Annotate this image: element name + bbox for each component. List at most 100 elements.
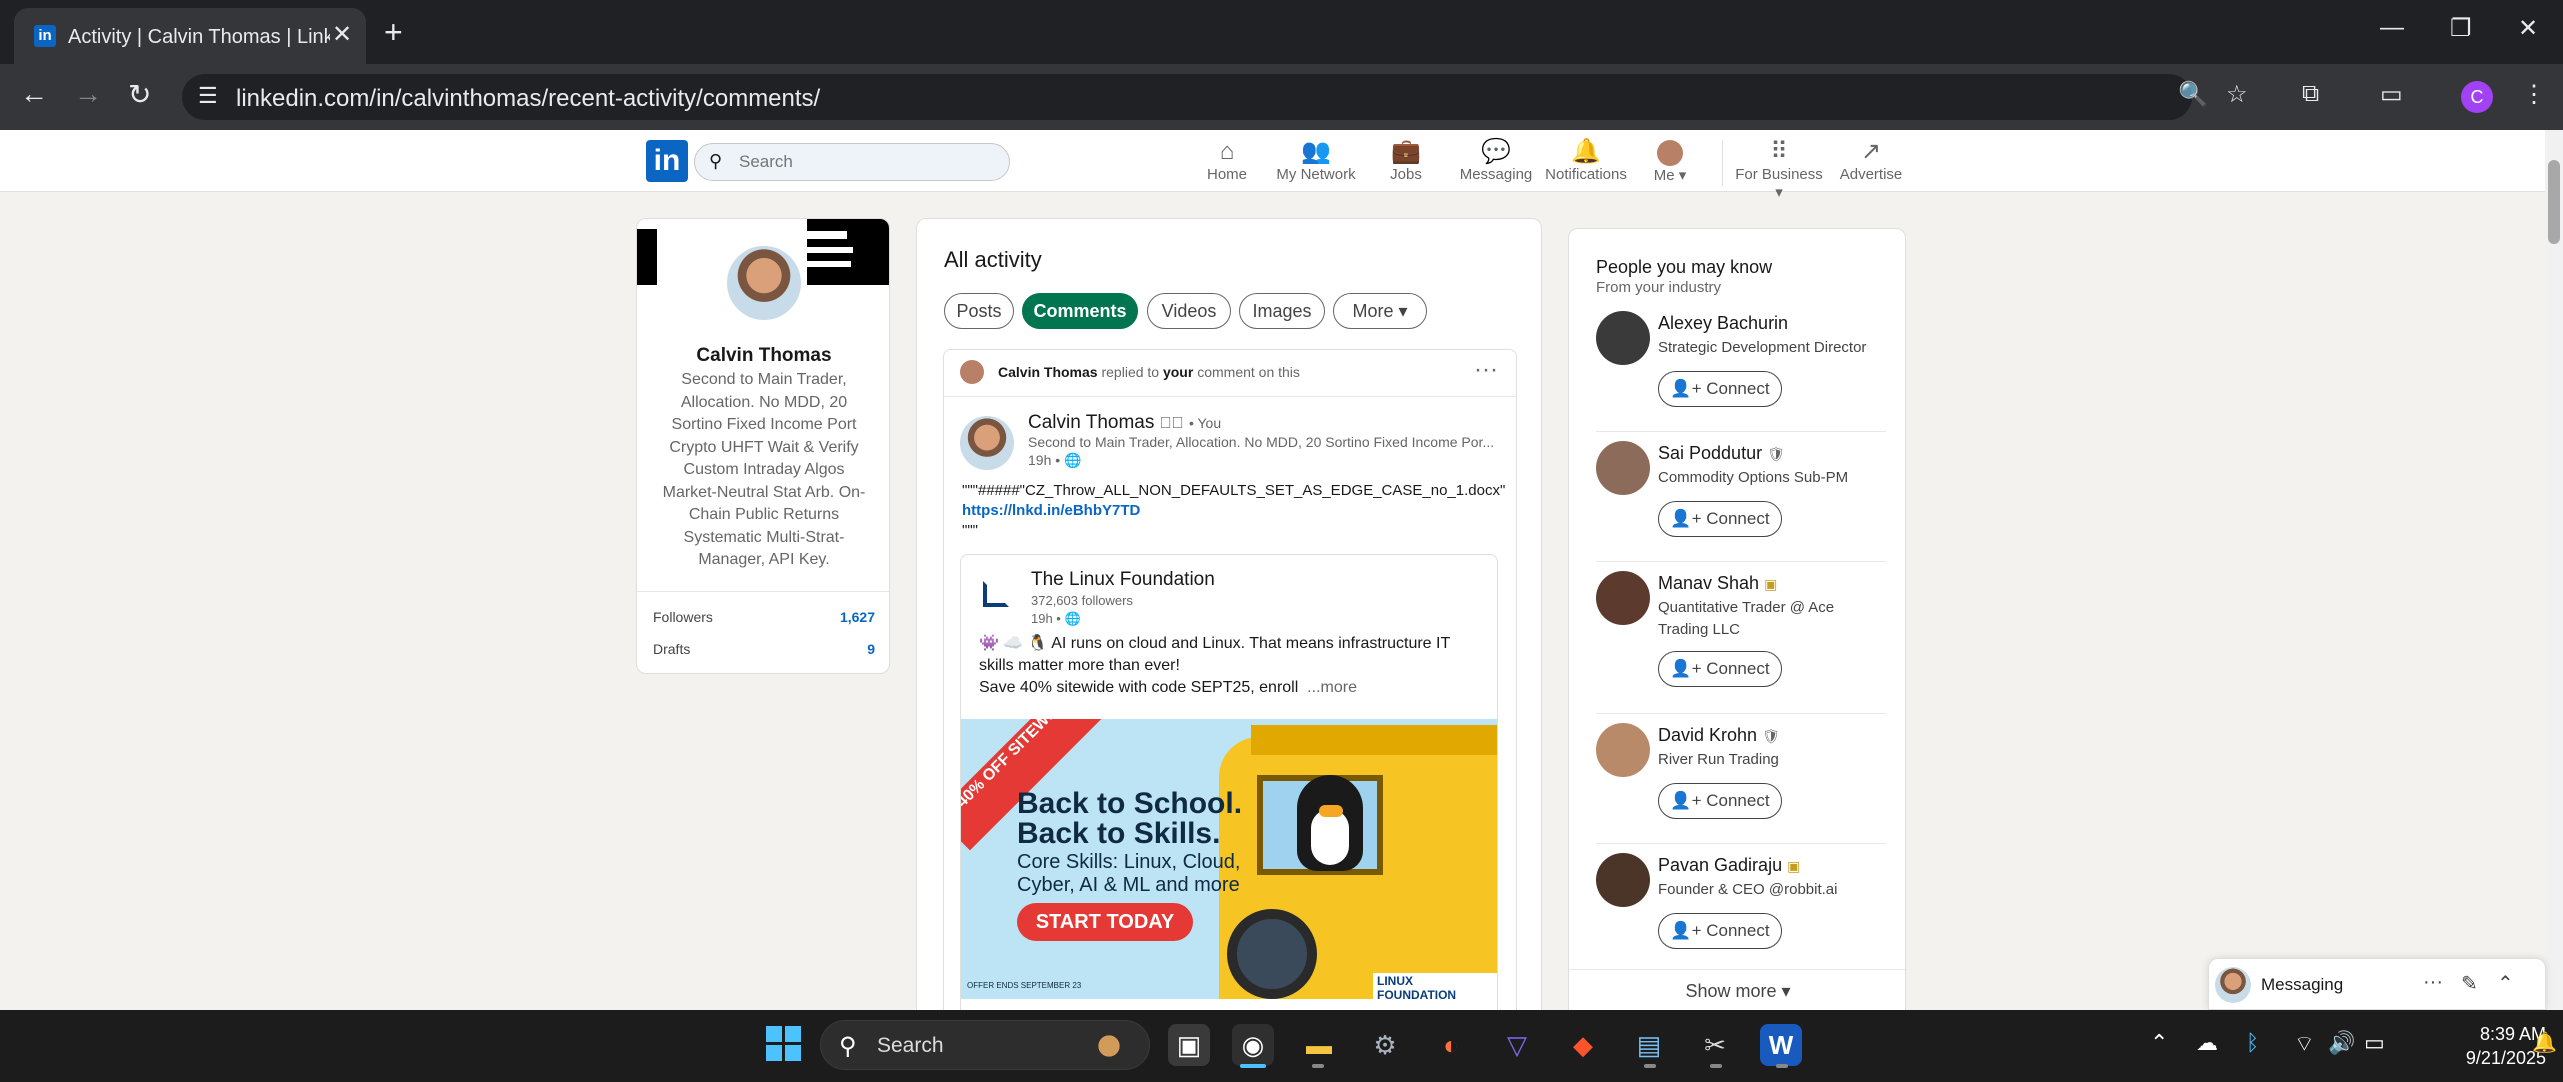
wifi-icon[interactable]: ⌔ <box>2294 1030 2315 1058</box>
filter-videos[interactable]: Videos <box>1147 293 1231 329</box>
see-more-link[interactable]: ...more <box>1307 679 1357 696</box>
reload-icon[interactable]: ↻ <box>128 78 151 111</box>
battery-icon[interactable]: ▭ <box>2364 1030 2385 1056</box>
nav-for-business[interactable]: ⠿ For Business ▾ <box>1730 138 1828 201</box>
connect-button[interactable]: 👤+ Connect <box>1658 783 1782 819</box>
zoom-icon[interactable]: 🔍 <box>2178 80 2208 109</box>
person-name[interactable]: David Krohn 🛡 <box>1658 725 1780 746</box>
file-explorer-icon[interactable]: ▬ <box>1298 1024 1340 1066</box>
person-name[interactable]: Pavan Gadiraju ▣ <box>1658 855 1800 876</box>
chevron-up-icon[interactable]: ⌃ <box>2497 971 2514 996</box>
premium-badge-icon: ▣ <box>1764 576 1778 592</box>
filter-images[interactable]: Images <box>1239 293 1325 329</box>
linkedin-header <box>0 130 2545 192</box>
filter-posts[interactable]: Posts <box>944 293 1014 329</box>
shared-post[interactable]: The Linux Foundation 372,603 followers 1… <box>960 554 1498 1082</box>
linux-foundation-logo[interactable] <box>977 575 1013 611</box>
chevron-up-icon[interactable]: ⌃ <box>2150 1030 2168 1056</box>
followers-row[interactable]: Followers 1,627 <box>653 609 875 625</box>
person-avatar[interactable] <box>1596 441 1650 495</box>
nav-home[interactable]: ⌂ Home <box>1200 138 1254 183</box>
person-name[interactable]: Manav Shah ▣ <box>1658 573 1777 594</box>
firefox-icon[interactable]: ◐ <box>1430 1024 1472 1066</box>
task-view-icon[interactable]: ▣ <box>1168 1024 1210 1066</box>
connect-button[interactable]: 👤+ Connect <box>1658 651 1782 687</box>
connect-label: Connect <box>1706 791 1770 810</box>
word-icon[interactable]: W <box>1760 1024 1802 1066</box>
person-name-text: Alexey Bachurin <box>1658 313 1789 333</box>
bluetooth-icon[interactable]: ᛒ <box>2246 1030 2259 1056</box>
compose-icon[interactable]: ✎ <box>2461 971 2478 996</box>
scrollbar-thumb[interactable] <box>2548 160 2560 244</box>
snipping-tool-icon[interactable]: ✂ <box>1694 1024 1736 1066</box>
person-avatar[interactable] <box>1596 571 1650 625</box>
connect-button[interactable]: 👤+ Connect <box>1658 371 1782 407</box>
profile-avatar[interactable] <box>724 243 804 323</box>
brave-icon[interactable]: ◆ <box>1562 1024 1604 1066</box>
restore-button[interactable]: ❐ <box>2450 14 2472 43</box>
post-author-avatar[interactable] <box>960 416 1014 470</box>
tux-beak <box>1319 805 1343 817</box>
post-link[interactable]: https://lnkd.in/eBhbY7TD <box>962 502 1140 519</box>
new-tab-button[interactable]: + <box>384 14 403 51</box>
start-today-button[interactable]: START TODAY <box>1017 903 1193 941</box>
notice-name[interactable]: Calvin Thomas <box>998 364 1098 380</box>
profile-name[interactable]: Calvin Thomas <box>637 345 889 367</box>
back-icon[interactable]: ← <box>20 78 48 110</box>
onedrive-icon[interactable]: ☁ <box>2196 1030 2218 1056</box>
nav-messaging[interactable]: 💬 Messaging <box>1456 138 1536 183</box>
add-person-icon: 👤+ <box>1670 921 1707 940</box>
messaging-label: Messaging <box>2261 975 2344 994</box>
notification-bell-icon[interactable]: 🔔 <box>2532 1030 2557 1055</box>
messaging-overlay[interactable]: Messaging ··· ✎ ⌃ <box>2208 958 2546 1010</box>
filter-comments[interactable]: Comments <box>1022 293 1138 329</box>
filter-more[interactable]: More ▾ <box>1333 293 1427 329</box>
address-bar[interactable]: ☰ linkedin.com/in/calvinthomas/recent-ac… <box>182 74 2192 120</box>
post-author[interactable]: Calvin Thomas ✓⃝ • You <box>1028 412 1221 434</box>
more-options-icon[interactable]: ··· <box>1474 356 1498 384</box>
site-info-icon[interactable]: ☰ <box>198 83 218 109</box>
notepad-icon[interactable]: ▤ <box>1628 1024 1670 1066</box>
nav-jobs[interactable]: 💼 Jobs <box>1382 138 1430 183</box>
proton-vpn-icon[interactable]: ▽ <box>1496 1024 1538 1066</box>
windows-taskbar <box>0 1010 2563 1082</box>
pymk-subtitle: From your industry <box>1596 279 1722 296</box>
connect-button[interactable]: 👤+ Connect <box>1658 501 1782 537</box>
person-name[interactable]: Sai Poddutur 🛡 <box>1658 443 1785 464</box>
nav-advertise[interactable]: ↗ Advertise <box>1836 138 1906 183</box>
linkedin-logo[interactable]: in <box>646 140 688 182</box>
drafts-row[interactable]: Drafts 9 <box>653 641 875 657</box>
settings-icon[interactable]: ⚙ <box>1364 1024 1406 1066</box>
linkedin-search[interactable]: ⚲ <box>694 143 1010 181</box>
bookmark-star-icon[interactable]: ☆ <box>2226 80 2248 109</box>
promo-image[interactable]: 40% OFF SITEWIDE Back to School. Back to… <box>961 719 1497 999</box>
connect-button[interactable]: 👤+ Connect <box>1658 913 1782 949</box>
cast-icon[interactable]: ▭ <box>2380 80 2403 109</box>
extensions-icon[interactable]: ⧉ <box>2302 80 2319 108</box>
person-avatar[interactable] <box>1596 723 1650 777</box>
show-more-button[interactable]: Show more ▾ <box>1569 981 1907 1002</box>
person-avatar[interactable] <box>1596 853 1650 907</box>
promo-headline: Back to School. Back to Skills. <box>1017 789 1242 849</box>
shared-org-name[interactable]: The Linux Foundation <box>1031 569 1215 591</box>
person-name[interactable]: Alexey Bachurin <box>1658 313 1788 334</box>
nav-my-network[interactable]: 👥 My Network <box>1274 138 1358 183</box>
close-window-button[interactable]: ✕ <box>2518 14 2538 43</box>
promo-sub: Core Skills: Linux, Cloud, Cyber, AI & M… <box>1017 851 1240 897</box>
browser-tab[interactable]: in Activity | Calvin Thomas | LinkedIn ✕ <box>14 8 366 64</box>
more-options-icon[interactable]: ··· <box>2423 971 2443 994</box>
nav-me[interactable]: Me ▾ <box>1646 138 1694 184</box>
forward-icon[interactable]: → <box>74 78 102 110</box>
volume-icon[interactable]: 🔊 <box>2328 1030 2355 1056</box>
minimize-button[interactable]: — <box>2380 14 2404 42</box>
browser-menu-icon[interactable]: ⋮ <box>2522 80 2546 109</box>
browser-profile-avatar[interactable]: C <box>2461 81 2493 113</box>
taskbar-search[interactable]: ⚲ Search <box>820 1020 1150 1070</box>
chrome-icon[interactable]: ◉ <box>1232 1024 1274 1066</box>
person-avatar[interactable] <box>1596 311 1650 365</box>
page-scrollbar[interactable] <box>2545 130 2563 1010</box>
windows-start-icon[interactable] <box>766 1026 802 1062</box>
close-tab-icon[interactable]: ✕ <box>332 20 352 49</box>
nav-notifications[interactable]: 🔔 Notifications <box>1544 138 1628 183</box>
search-input[interactable] <box>739 151 989 173</box>
